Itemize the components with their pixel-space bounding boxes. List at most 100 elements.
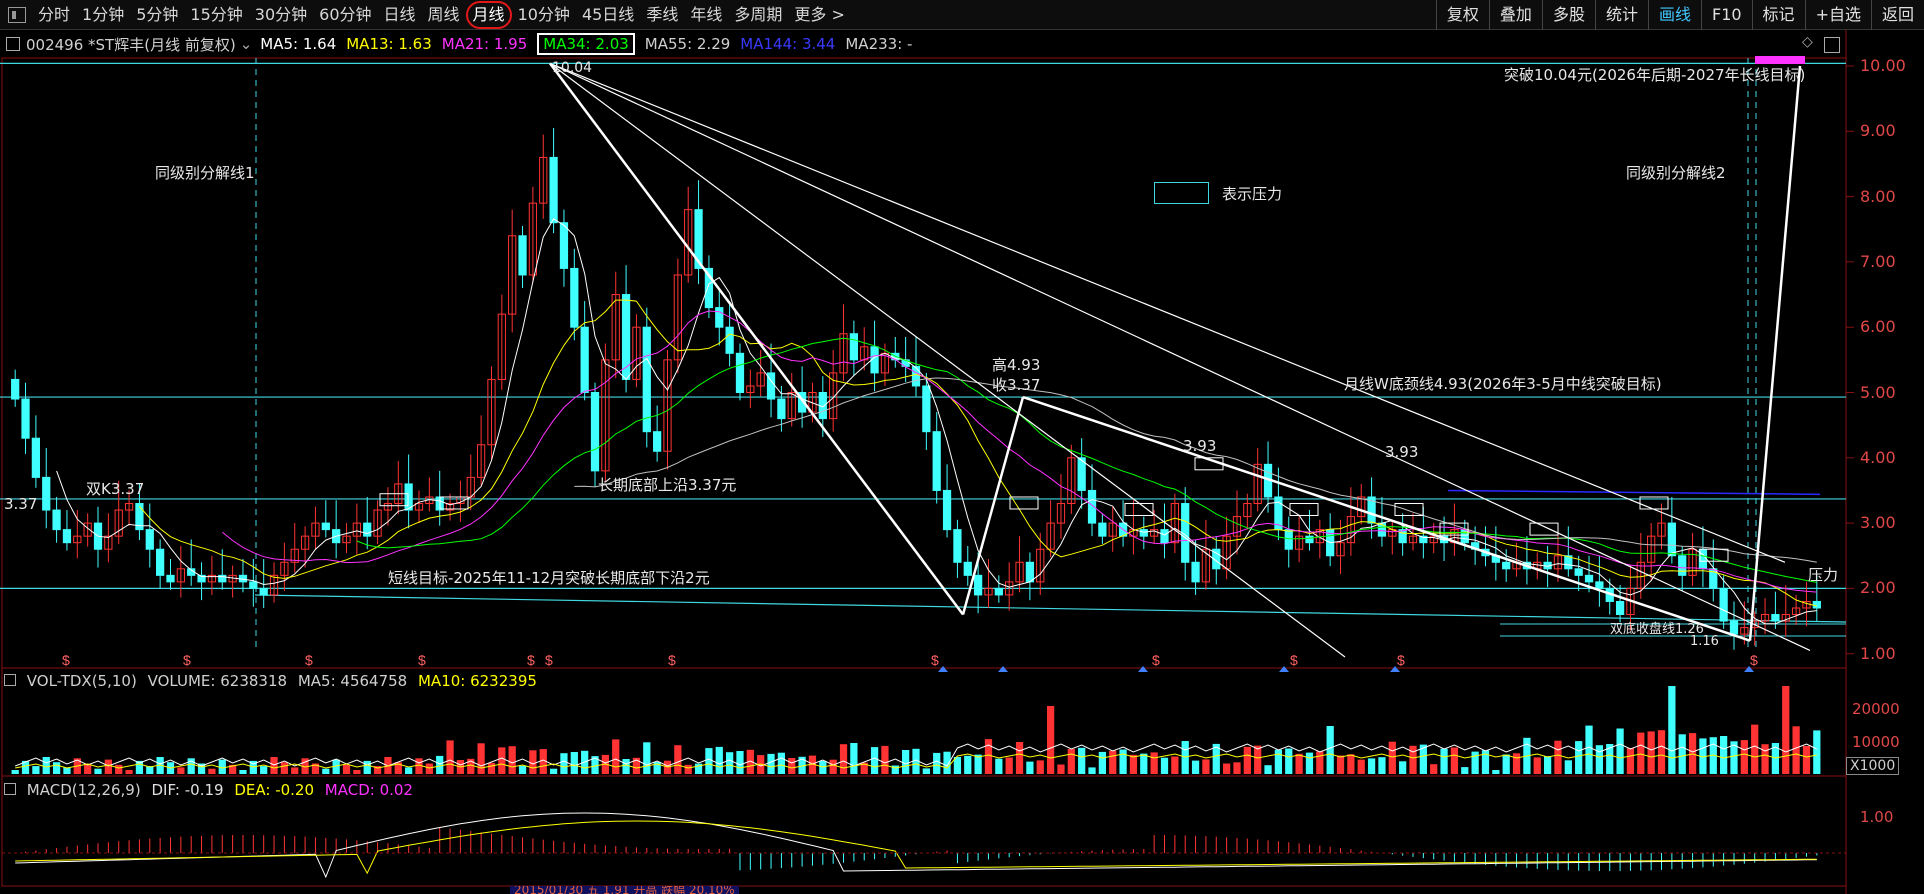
candle-body [777,398,786,420]
volume-bar [1140,753,1148,774]
price-tick: 4.00 [1860,447,1896,467]
legend-pressure-box [1154,182,1209,204]
candle-body [942,489,952,531]
price-tick: 2.00 [1860,578,1896,598]
signal-marker-icon: $ [418,652,426,668]
volume-bar [1098,751,1107,774]
volume-bar [705,748,713,774]
volume-bar [984,739,993,774]
volume-bar [1450,747,1459,774]
volume-bar [964,755,972,774]
volume-bar [498,747,506,774]
candle-body [1305,535,1314,544]
signal-marker-icon: $ [1750,652,1758,668]
volume-bar [1285,748,1293,774]
candle-body [21,398,30,439]
volume-bar [1802,745,1811,774]
candle-body [1025,561,1035,583]
candle-body [849,333,858,361]
volume-bar [1005,757,1013,774]
candle-body [994,587,1003,596]
volume-bar [1626,748,1635,774]
volume-bar [715,746,723,774]
volume-bar [1409,745,1417,774]
volume-bar [1078,747,1086,774]
candle-body [363,522,372,537]
label-neckline: 月线W底颈线4.93(2026年3-5月中线突破目标) [1344,375,1662,393]
volume-bar [684,764,692,774]
volume-bar [1430,764,1438,774]
volume-bar [11,770,19,774]
candle-body [725,326,734,354]
volume-bar [1191,760,1200,774]
volume-bar [104,759,112,774]
label-divider2: 同级别分解线2 [1626,164,1726,182]
volume-bar [1616,728,1624,774]
volume-bar [1057,764,1065,774]
volume-bar [42,757,50,774]
chart-canvas[interactable]: $ $ $ $ $ $ $ $ $ $ $ $ [0,0,1924,894]
volume-bar [1554,740,1562,774]
volume-bar [943,751,951,774]
volume-bar [560,753,568,774]
trend-line-decline [1022,395,1751,642]
volume-bar [1471,751,1479,774]
vol-axis-10000: 10000 [1852,733,1900,751]
volume-bar [1243,746,1251,774]
volume-bar [477,743,485,774]
volume-bar [487,762,496,774]
candle-body [1667,522,1676,557]
volume-bar [1502,754,1510,774]
macd-panel-icon[interactable] [4,783,16,795]
label-high493: 高4.93 [992,356,1041,374]
signal-marker-icon: $ [527,652,535,668]
candle-body [549,156,558,224]
candle-body [31,437,41,478]
candle-body [1615,600,1625,616]
signal-marker-icon: $ [1397,652,1405,668]
label-breakout10: 突破10.04元(2026年后期-2027年长线目标) [1504,66,1806,84]
volume-bar [1036,760,1044,774]
volume-ma5: MA5: 4564758 [297,672,408,690]
candle-body [570,267,579,328]
volume-bar [1399,761,1407,774]
volume-bar [881,745,889,774]
volume-bar [529,750,537,774]
label-393a: 3.93 [1183,437,1217,455]
volume-bar [1046,706,1055,774]
volume-bar [674,745,682,774]
volume-bar [1378,757,1386,774]
label-legend-pressure: 表示压力 [1222,185,1283,203]
macd-title: MACD(12,26,9) [26,781,141,799]
volume-bar [922,768,930,774]
volume-panel-icon[interactable] [4,674,16,686]
price-tick: 10.00 [1860,56,1906,75]
price-tick: 9.00 [1860,121,1896,141]
volume-bar [1109,750,1117,774]
macd-header: MACD(12,26,9) DIF: -0.19 DEA: -0.20 MACD… [4,781,413,799]
volume-bar [1223,763,1231,774]
candle-body [911,365,921,387]
macd-dea: DEA: -0.20 [234,781,315,799]
candle-body [1729,620,1739,635]
volume-bar [342,764,351,774]
volume-bar [1357,759,1365,774]
volume-bar [1295,753,1303,774]
volume-bar [870,747,879,774]
candle-body [559,222,569,269]
volume-bar [1067,749,1075,774]
volume-bar [446,740,454,774]
candle-body [1584,574,1594,583]
volume-bar [1720,736,1728,774]
signal-marker-icon: $ [1152,652,1160,668]
volume-bar [177,767,185,774]
price-tick: 8.00 [1860,186,1896,206]
candle-body [1191,561,1200,583]
volume-bar [1564,760,1572,774]
stock-chart-window: { "toolbar": { "periods": ["分时","1分钟","5… [0,0,1924,894]
top-marker [1755,56,1805,64]
label-low116: 1.16 [1690,634,1719,649]
volume-bar [725,752,734,774]
volume-bar [1761,744,1769,774]
signal-marker-icon: $ [1290,652,1298,668]
